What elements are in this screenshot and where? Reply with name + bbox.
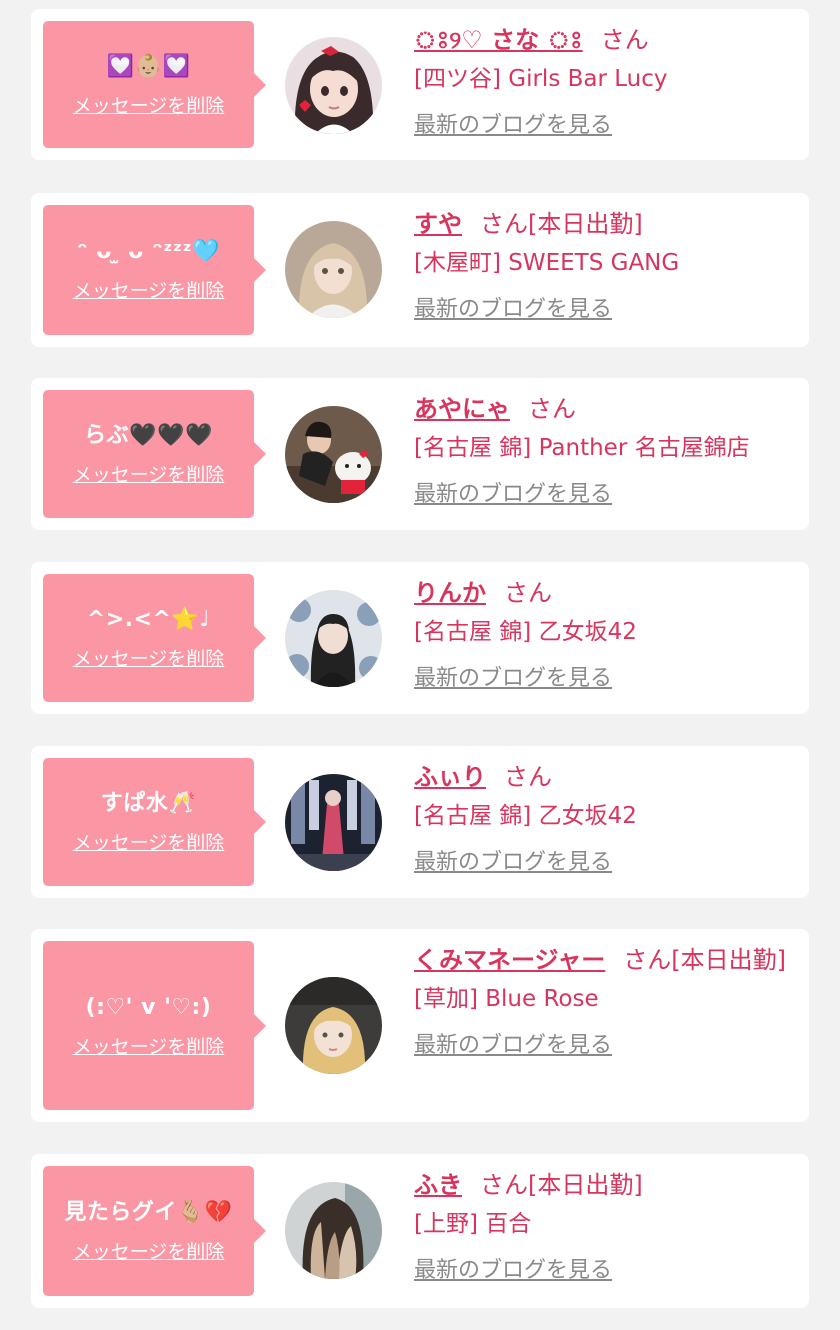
name-suffix: さん[本日出勤] [480,210,643,238]
latest-blog-link[interactable]: 最新のブログを見る [414,1256,612,1286]
list-item: (:♡' v '♡:) メッセージを削除 くみマネージャー さん[本日出勤] [草… [31,929,809,1122]
message-text: らぶ🖤🖤🖤 [84,423,213,448]
cast-name-link[interactable]: りんか [414,579,486,607]
girl-photo-avatar-icon [285,977,382,1074]
delete-message-link[interactable]: メッセージを削除 [73,831,225,855]
shop-name: [木屋町] SWEETS GANG [414,250,680,276]
avatar[interactable] [285,977,382,1074]
name-suffix: さん [504,763,552,791]
delete-message-link[interactable]: メッセージを削除 [73,647,225,671]
message-text: 見たらグイ🫰🏼💔 [64,1200,233,1225]
avatar[interactable] [285,37,382,134]
girl-photo-avatar-icon [285,221,382,318]
shop-name: [四ツ谷] Girls Bar Lucy [414,66,668,92]
shop-name: [名古屋 錦] 乙女坂42 [414,619,637,645]
list-item: 見たらグイ🫰🏼💔 メッセージを削除 ふき さん[本日出勤] [上野] 百合 最新の… [31,1154,809,1308]
latest-blog-link[interactable]: 最新のブログを見る [414,295,612,325]
hair-photo-avatar-icon [285,1182,382,1279]
message-bubble: ^>.<^⭐️♩ メッセージを削除 [43,574,266,702]
list-item: ^>.<^⭐️♩ メッセージを削除 りんか さん [名古屋 錦] 乙女坂42 最新… [31,562,809,714]
list-item: ᵔ ᴗ ̫ ᴗ ᵔᶻᶻᶻ🩵 メッセージを削除 すや さん[本日出勤] [木屋町] … [31,193,809,347]
avatar[interactable] [285,590,382,687]
avatar[interactable] [285,406,382,503]
girl-photo-avatar-icon [285,590,382,687]
message-bubble: らぶ🖤🖤🖤 メッセージを削除 [43,390,266,518]
latest-blog-link[interactable]: 最新のブログを見る [414,848,612,878]
latest-blog-link[interactable]: 最新のブログを見る [414,111,612,141]
item-info: ঃ୨♡ さな ঃ さん [四ツ谷] Girls Bar Lucy 最新のブログを見… [414,21,789,141]
name-suffix: さん[本日出勤] [480,1171,643,1199]
message-text: すぱ水🥂 [100,791,197,816]
avatar[interactable] [285,221,382,318]
latest-blog-link[interactable]: 最新のブログを見る [414,480,612,510]
name-suffix: さん [504,579,552,607]
message-bubble: 💟👶🏼💟 メッセージを削除 [43,21,266,148]
shop-name: [上野] 百合 [414,1211,532,1237]
list-item: すぱ水🥂 メッセージを削除 ふぃり さん [名古屋 錦] 乙女坂42 最新のブログ… [31,746,809,898]
anime-girl-avatar-icon [285,37,382,134]
list-item: らぶ🖤🖤🖤 メッセージを削除 あやにゃさん [名古屋 錦] Panther 名 [31,378,809,530]
cast-name-link[interactable]: ふき [414,1171,462,1199]
delete-message-link[interactable]: メッセージを削除 [73,94,225,118]
item-info: ふぃり さん [名古屋 錦] 乙女坂42 最新のブログを見る [414,758,789,878]
delete-message-link[interactable]: メッセージを削除 [73,279,225,303]
delete-message-link[interactable]: メッセージを削除 [73,463,225,487]
message-text: (:♡' v '♡:) [85,994,212,1020]
message-bubble: すぱ水🥂 メッセージを削除 [43,758,266,886]
item-info: くみマネージャー さん[本日出勤] [草加] Blue Rose 最新のブログを見… [414,941,789,1061]
cast-name-link[interactable]: ঃ୨♡ さな ঃ [414,26,583,54]
girl-with-plush-avatar-icon [285,406,382,503]
delete-message-link[interactable]: メッセージを削除 [73,1035,225,1059]
message-bubble: 見たらグイ🫰🏼💔 メッセージを削除 [43,1166,266,1296]
name-suffix: さん [528,395,576,423]
cast-name-link[interactable]: くみマネージャー [414,946,605,974]
latest-blog-link[interactable]: 最新のブログを見る [414,664,612,694]
item-info: りんか さん [名古屋 錦] 乙女坂42 最新のブログを見る [414,574,789,694]
item-info: ふき さん[本日出勤] [上野] 百合 最新のブログを見る [414,1166,789,1286]
list-item: 💟👶🏼💟 メッセージを削除 ঃ୨♡ さな ঃ さん [四ツ谷] Girls Ba… [31,9,809,160]
shop-name: [名古屋 錦] 乙女坂42 [414,803,637,829]
avatar[interactable] [285,774,382,871]
shop-name: [名古屋 錦] Panther 名古屋錦店 [414,435,750,461]
message-text: ^>.<^⭐️♩ [86,607,211,632]
message-bubble: (:♡' v '♡:) メッセージを削除 [43,941,266,1110]
message-text: 💟👶🏼💟 [106,53,191,79]
favorite-list: 💟👶🏼💟 メッセージを削除 ঃ୨♡ さな ঃ さん [四ツ谷] Girls Ba… [0,0,840,1330]
delete-message-link[interactable]: メッセージを削除 [73,1240,225,1264]
name-suffix: さん[本日出勤] [623,946,787,974]
cast-name-link[interactable]: あやにゃ [414,395,510,423]
cast-name-link[interactable]: ふぃり [414,763,486,791]
message-bubble: ᵔ ᴗ ̫ ᴗ ᵔᶻᶻᶻ🩵 メッセージを削除 [43,205,266,335]
avatar[interactable] [285,1182,382,1279]
message-text: ᵔ ᴗ ̫ ᴗ ᵔᶻᶻᶻ🩵 [76,239,221,264]
girl-photo-avatar-icon [285,774,382,871]
cast-name-link[interactable]: すや [414,210,462,238]
latest-blog-link[interactable]: 最新のブログを見る [414,1031,612,1061]
item-info: あやにゃ さん [名古屋 錦] Panther 名古屋錦店 最新のブログを見る [414,390,789,510]
shop-name: [草加] Blue Rose [414,986,599,1012]
name-suffix: さん [600,26,649,54]
item-info: すや さん[本日出勤] [木屋町] SWEETS GANG 最新のブログを見る [414,205,789,325]
